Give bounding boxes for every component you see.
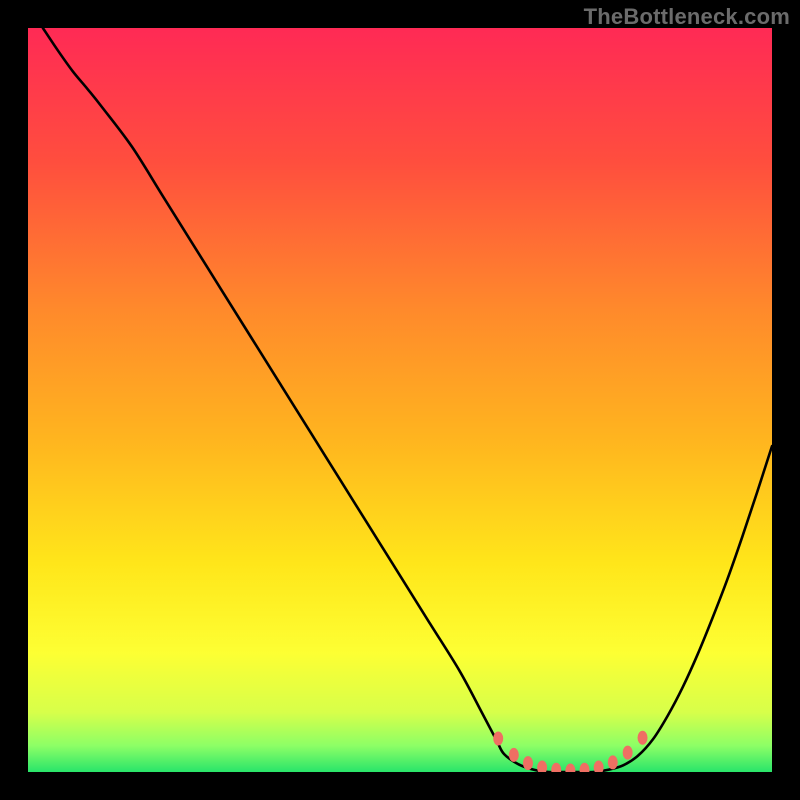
valley-marker [538, 761, 547, 772]
valley-marker [638, 731, 647, 744]
valley-marker [566, 764, 575, 772]
watermark-text: TheBottleneck.com [584, 4, 790, 30]
valley-marker [594, 761, 603, 772]
valley-marker [608, 756, 617, 769]
gradient-plot [28, 28, 772, 772]
plot-area [28, 28, 772, 772]
valley-marker [580, 763, 589, 772]
valley-marker [523, 757, 532, 770]
chart-frame: TheBottleneck.com [0, 0, 800, 800]
valley-marker [552, 763, 561, 772]
gradient-background [28, 28, 772, 772]
valley-marker [494, 732, 503, 745]
valley-marker [623, 746, 632, 759]
valley-marker [509, 748, 518, 761]
